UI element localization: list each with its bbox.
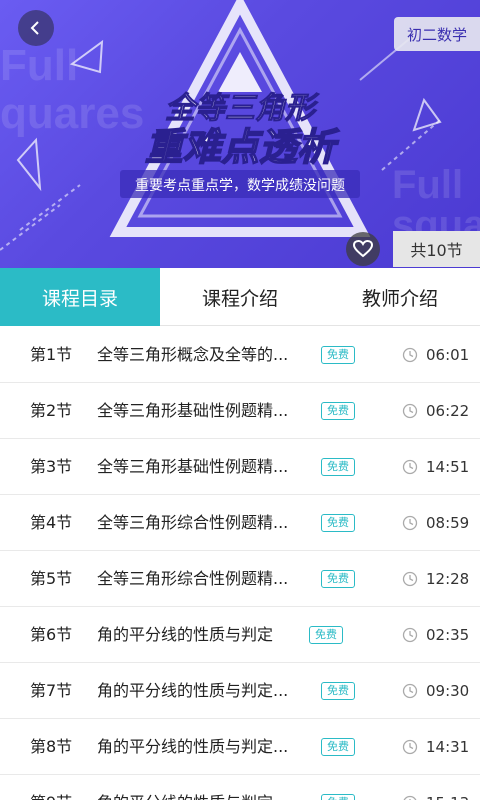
chevron-left-icon: [30, 21, 39, 35]
back-button[interactable]: [18, 10, 54, 46]
course-banner: Full quares Full squares 全等三角形 重难点透析 重要考…: [0, 0, 480, 268]
lesson-title: 全等三角形概念及全等的...: [97, 345, 289, 364]
lesson-number: 第5节: [30, 569, 73, 588]
clock-icon: [402, 683, 418, 699]
lesson-number: 第1节: [30, 345, 73, 364]
banner-headline-2: 重难点透析: [145, 125, 340, 169]
lesson-duration: 02:35: [426, 626, 470, 644]
lesson-title: 全等三角形综合性例题精...: [97, 513, 289, 532]
lesson-count-badge: 共10节: [393, 231, 480, 267]
lesson-duration: 06:22: [426, 402, 470, 420]
banner-headline-1: 全等三角形: [165, 91, 320, 126]
lesson-title: 角的平分线的性质与判定...: [97, 775, 288, 800]
lesson-title: 角的平分线的性质与判定...: [97, 681, 289, 700]
clock-icon: [402, 403, 418, 419]
free-badge: 免费: [321, 514, 355, 532]
lesson-number: 第6节: [30, 625, 73, 644]
free-badge: 免费: [321, 458, 355, 476]
favorite-button[interactable]: [346, 232, 380, 266]
lesson-row[interactable]: 第3节 全等三角形基础性例题精... 免费 14:51: [0, 439, 480, 495]
lesson-number: 第8节: [30, 737, 73, 756]
lesson-duration: 15:13: [426, 775, 469, 800]
heart-icon: [353, 240, 373, 258]
grade-tag: 初二数学: [394, 17, 480, 51]
clock-icon: [402, 571, 418, 587]
lesson-row[interactable]: 第2节 全等三角形基础性例题精... 免费 06:22: [0, 383, 480, 439]
lesson-duration: 14:31: [426, 738, 470, 756]
clock-icon: [402, 459, 418, 475]
lesson-duration: 08:59: [426, 514, 470, 532]
lesson-number: 第2节: [30, 401, 73, 420]
lesson-row[interactable]: 第7节 角的平分线的性质与判定... 免费 09:30: [0, 663, 480, 719]
lesson-duration: 06:01: [426, 346, 470, 364]
lesson-number: 第3节: [30, 457, 73, 476]
free-badge: 免费: [321, 794, 355, 800]
free-badge: 免费: [321, 346, 355, 364]
lesson-row[interactable]: 第6节 角的平分线的性质与判定 免费 02:35: [0, 607, 480, 663]
tab-catalog[interactable]: 课程目录: [0, 268, 160, 326]
free-badge: 免费: [321, 570, 355, 588]
lesson-duration: 09:30: [426, 682, 470, 700]
banner-bg-word-1: Full: [0, 41, 78, 90]
tab-teacher-intro[interactable]: 教师介绍: [320, 268, 480, 326]
lesson-number: 第4节: [30, 513, 73, 532]
tab-course-intro[interactable]: 课程介绍: [160, 268, 320, 326]
free-badge: 免费: [321, 738, 355, 756]
lesson-duration: 12:28: [426, 570, 470, 588]
lesson-row[interactable]: 第8节 角的平分线的性质与判定... 免费 14:31: [0, 719, 480, 775]
clock-icon: [402, 515, 418, 531]
lesson-row[interactable]: 第4节 全等三角形综合性例题精... 免费 08:59: [0, 495, 480, 551]
clock-icon: [402, 347, 418, 363]
lesson-title: 角的平分线的性质与判定...: [97, 737, 289, 756]
free-badge: 免费: [321, 682, 355, 700]
lesson-title: 全等三角形综合性例题精...: [97, 569, 289, 588]
free-badge: 免费: [321, 402, 355, 420]
lesson-list: 第1节 全等三角形概念及全等的... 免费 06:01 第2节 全等三角形基础性…: [0, 327, 480, 800]
lesson-number: 第7节: [30, 681, 73, 700]
course-tabs: 课程目录 课程介绍 教师介绍: [0, 268, 480, 326]
banner-slogan: 重要考点重点学，数学成绩没问题: [135, 178, 345, 194]
lesson-row[interactable]: 第5节 全等三角形综合性例题精... 免费 12:28: [0, 551, 480, 607]
clock-icon: [402, 627, 418, 643]
clock-icon: [403, 795, 417, 800]
clock-icon: [402, 739, 418, 755]
lesson-duration: 14:51: [426, 458, 470, 476]
banner-bg-word-3: Full: [392, 163, 463, 207]
lesson-row[interactable]: 第1节 全等三角形概念及全等的... 免费 06:01: [0, 327, 480, 383]
lesson-title: 角的平分线的性质与判定: [97, 625, 274, 644]
lesson-title: 全等三角形基础性例题精...: [97, 401, 289, 420]
lesson-number: 第9节: [30, 775, 72, 800]
lesson-row[interactable]: 第9节 角的平分线的性质与判定... 免费 15:13: [0, 775, 480, 800]
free-badge: 免费: [309, 626, 343, 644]
banner-bg-word-2: quares: [0, 89, 144, 138]
lesson-title: 全等三角形基础性例题精...: [97, 457, 289, 476]
